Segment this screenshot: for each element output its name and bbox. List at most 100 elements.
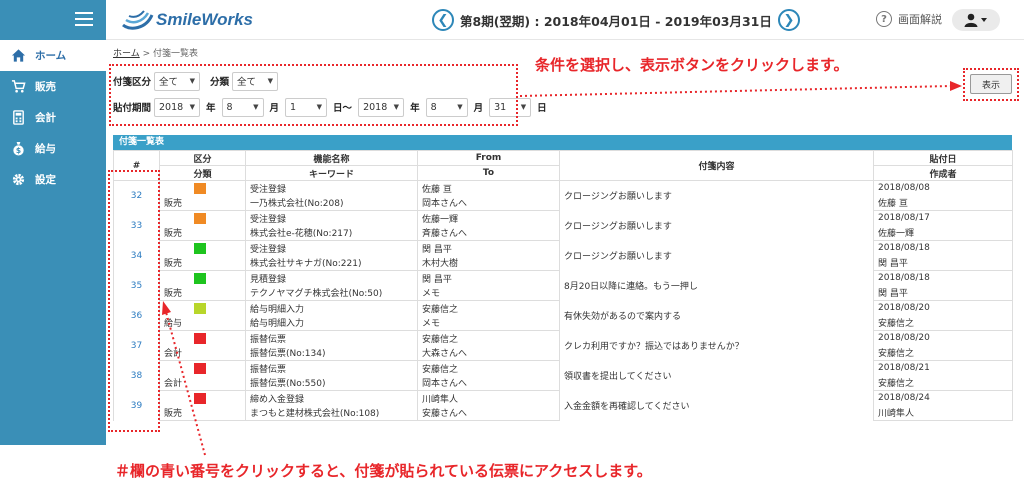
row-creator: 関 昌平 [873, 285, 1013, 301]
money-bag-icon: $ [10, 141, 26, 157]
row-from: 川崎隼人 [417, 390, 560, 406]
filter-highlight-box [109, 64, 518, 126]
row-to: 岡本さんへ [417, 195, 560, 211]
sidebar-item-sales[interactable]: 販売 [0, 71, 106, 102]
sidebar-item-label: 設定 [35, 174, 56, 186]
sticky-color-swatch [194, 302, 206, 314]
row-function: 受注登録 [245, 210, 418, 226]
table-row: 36 給与明細入力 安藤信之 有休失効があるので案内する 2018/08/20 [113, 300, 1013, 331]
row-creator: 川崎隼人 [873, 405, 1013, 421]
smileworks-logo-icon [122, 10, 154, 30]
table-title: 付箋一覧表 [113, 135, 1012, 150]
user-icon [964, 13, 987, 27]
row-creator: 安藤信之 [873, 345, 1013, 361]
table-row: 38 振替伝票 安藤信之 領収書を提出してください 2018/08/21 [113, 360, 1013, 391]
row-category: 販売 [159, 285, 246, 301]
row-category: 販売 [159, 195, 246, 211]
sidebar-item-label: 販売 [35, 81, 56, 93]
caret-down-icon: ▼ [520, 103, 527, 111]
row-date: 2018/08/17 [873, 210, 1013, 226]
row-to: 岡本さんへ [417, 375, 560, 391]
row-category: 会計 [159, 375, 246, 391]
row-content: 領収書を提出してください [559, 360, 874, 391]
user-menu-button[interactable] [952, 9, 1000, 31]
table-row: 37 振替伝票 安藤信之 クレカ利用ですか？振込ではありませんか？ 2018/08/20 [113, 330, 1013, 361]
row-color-cell [159, 270, 246, 286]
prev-period-button[interactable]: ❮ [432, 9, 454, 31]
row-to: 大森さんへ [417, 345, 560, 361]
sticky-color-swatch [194, 362, 206, 374]
row-color-cell [159, 360, 246, 376]
row-function: 受注登録 [245, 180, 418, 196]
breadcrumb-home-link[interactable]: ホーム [113, 49, 140, 59]
app: SmileWorks ❮ 第8期(翌期) : 2018年04月01日 - 201… [0, 0, 1024, 501]
sidebar-item-home[interactable]: ホーム [0, 40, 106, 71]
row-from: 関 昌平 [417, 270, 560, 286]
table-row: 33 受注登録 佐藤一輝 クロージングお願いします 2018/08/17 [113, 210, 1013, 241]
row-content: 8月20日以降に連絡。もう一押し [559, 270, 874, 301]
row-to: メモ [417, 285, 560, 301]
row-content: 入金金額を再確認してください [559, 390, 874, 421]
arrow-to-show-button-head [950, 81, 962, 91]
row-category: 販売 [159, 225, 246, 241]
row-keyword: 株式会社e-花穂(No:217) [245, 225, 418, 241]
table-row: 32 受注登録 佐藤 亘クロージングお願いします 2018/08/08 [113, 180, 1013, 211]
number-column-highlight-box [108, 170, 160, 432]
row-function: 給与明細入力 [245, 300, 418, 316]
row-keyword: 振替伝票(No:134) [245, 345, 418, 361]
hamburger-menu-icon[interactable] [75, 12, 93, 26]
help-link[interactable]: ? 画面解説 [876, 11, 942, 27]
row-from: 安藤信之 [417, 330, 560, 346]
row-category: 給与 [159, 315, 246, 331]
row-date: 2018/08/20 [873, 300, 1013, 316]
row-function: 見積登録 [245, 270, 418, 286]
sticky-color-swatch [194, 332, 206, 344]
row-to: 木村大樹 [417, 255, 560, 271]
header-creator: 作成者 [873, 165, 1013, 181]
row-from: 関 昌平 [417, 240, 560, 256]
home-icon [10, 48, 26, 64]
sidebar-item-label: ホーム [35, 50, 67, 62]
help-label: 画面解説 [898, 13, 942, 26]
row-color-cell [159, 210, 246, 226]
sidebar-item-label: 会計 [35, 112, 56, 124]
sidebar-item-settings[interactable]: 設定 [0, 164, 106, 195]
row-date: 2018/08/21 [873, 360, 1013, 376]
header-from: From [417, 150, 560, 166]
row-color-cell [159, 240, 246, 256]
row-keyword: 株式会社サキナガ(No:221) [245, 255, 418, 271]
row-date: 2018/08/20 [873, 330, 1013, 346]
logo[interactable]: SmileWorks [120, 8, 253, 32]
row-keyword: まつもと建材株式会社(No:108) [245, 405, 418, 421]
row-creator: 佐藤一輝 [873, 225, 1013, 241]
row-content: 有休失効があるので案内する [559, 300, 874, 331]
table-body: 32 受注登録 佐藤 亘クロージングお願いします 2018/08/08 販売 一乃株式会社… [113, 180, 1013, 421]
row-creator: 安藤信之 [873, 315, 1013, 331]
row-content: クレカ利用ですか？振込ではありませんか？ [559, 330, 874, 361]
row-keyword: 振替伝票(No:550) [245, 375, 418, 391]
row-date: 2018/08/24 [873, 390, 1013, 406]
table-row: 39 締め入金登録 川崎隼人 入金金額を再確認してください 2018/08/24 [113, 390, 1013, 421]
svg-text:$: $ [15, 146, 20, 155]
sticky-color-swatch [194, 182, 206, 194]
row-content: クロージングお願いします [559, 210, 874, 241]
header-func: 機能名称 [245, 150, 418, 166]
row-category: 販売 [159, 255, 246, 271]
header-date: 貼付日 [873, 150, 1013, 166]
row-from: 安藤信之 [417, 360, 560, 376]
row-color-cell [159, 390, 246, 406]
sticky-color-swatch [194, 392, 206, 404]
row-keyword: 給与明細入力 [245, 315, 418, 331]
sidebar-item-payroll[interactable]: $ 給与 [0, 133, 106, 164]
sidebar-item-accounting[interactable]: 会計 [0, 102, 106, 133]
row-date: 2018/08/08 [873, 180, 1013, 196]
row-from: 安藤信之 [417, 300, 560, 316]
row-function: 振替伝票 [245, 360, 418, 376]
period-selector: ❮ 第8期(翌期) : 2018年04月01日 - 2019年03月31日 ❯ [432, 9, 800, 31]
row-to: メモ [417, 315, 560, 331]
row-to: 安藤さんへ [417, 405, 560, 421]
header-kubun: 区分 [159, 150, 246, 166]
row-from: 佐藤 亘 [417, 180, 560, 196]
next-period-button[interactable]: ❯ [777, 9, 800, 31]
header-bunrui: 分類 [159, 165, 246, 181]
